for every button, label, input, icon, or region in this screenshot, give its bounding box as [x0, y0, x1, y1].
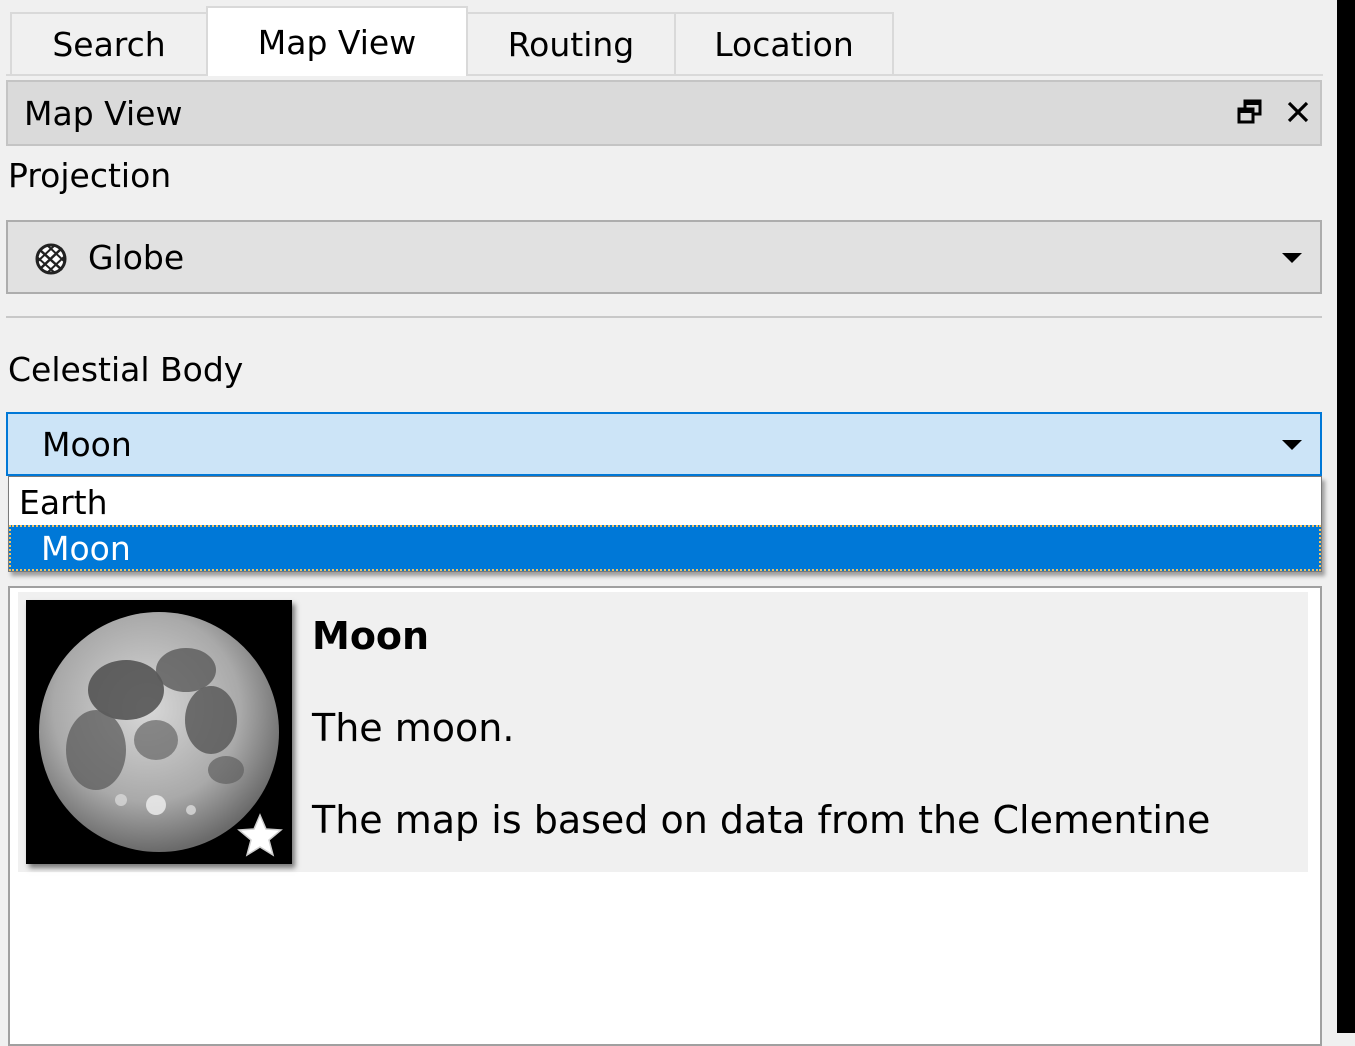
map-theme-info-panel: Moon The moon. The map is based on data … [8, 586, 1322, 1046]
tab-label: Map View [257, 22, 417, 62]
dock-title-bar: Map View [6, 80, 1322, 146]
map-theme-details: The map is based on data from the Clemen… [312, 798, 1211, 842]
chevron-down-icon [1282, 253, 1302, 263]
tab-map-view[interactable]: Map View [206, 6, 468, 76]
projection-value: Globe [88, 237, 185, 277]
dock-title: Map View [24, 93, 183, 133]
dropdown-option-earth[interactable]: Earth [9, 479, 1321, 525]
moon-image [26, 600, 292, 864]
celestial-body-combo[interactable]: Moon [6, 412, 1322, 476]
tab-routing[interactable]: Routing [466, 12, 676, 74]
option-label: Moon [41, 528, 131, 568]
projection-label: Projection [8, 156, 172, 195]
tab-search[interactable]: Search [10, 12, 208, 74]
window-edge [1337, 0, 1355, 1033]
chevron-down-icon [1282, 440, 1302, 450]
float-window-icon[interactable] [1230, 92, 1270, 132]
globe-icon [32, 242, 70, 280]
close-icon[interactable] [1278, 92, 1318, 132]
option-label: Earth [19, 482, 108, 522]
projection-combo[interactable]: Globe [6, 220, 1322, 294]
star-icon [236, 812, 284, 862]
tab-bar: Search Routing Location Map View [0, 0, 1337, 76]
celestial-body-value: Moon [42, 424, 132, 464]
tab-location[interactable]: Location [674, 12, 894, 74]
tab-label: Location [714, 24, 854, 64]
tab-label: Search [52, 24, 166, 64]
celestial-body-label: Celestial Body [8, 350, 244, 389]
separator [6, 316, 1322, 318]
dropdown-option-moon[interactable]: Moon [9, 525, 1321, 571]
tab-baseline [6, 74, 1323, 76]
map-theme-item[interactable]: Moon The moon. The map is based on data … [18, 592, 1308, 872]
map-theme-description: The moon. [312, 706, 515, 750]
celestial-body-dropdown: Earth Moon [8, 476, 1322, 572]
tab-label: Routing [507, 24, 635, 64]
map-theme-title: Moon [312, 614, 430, 658]
